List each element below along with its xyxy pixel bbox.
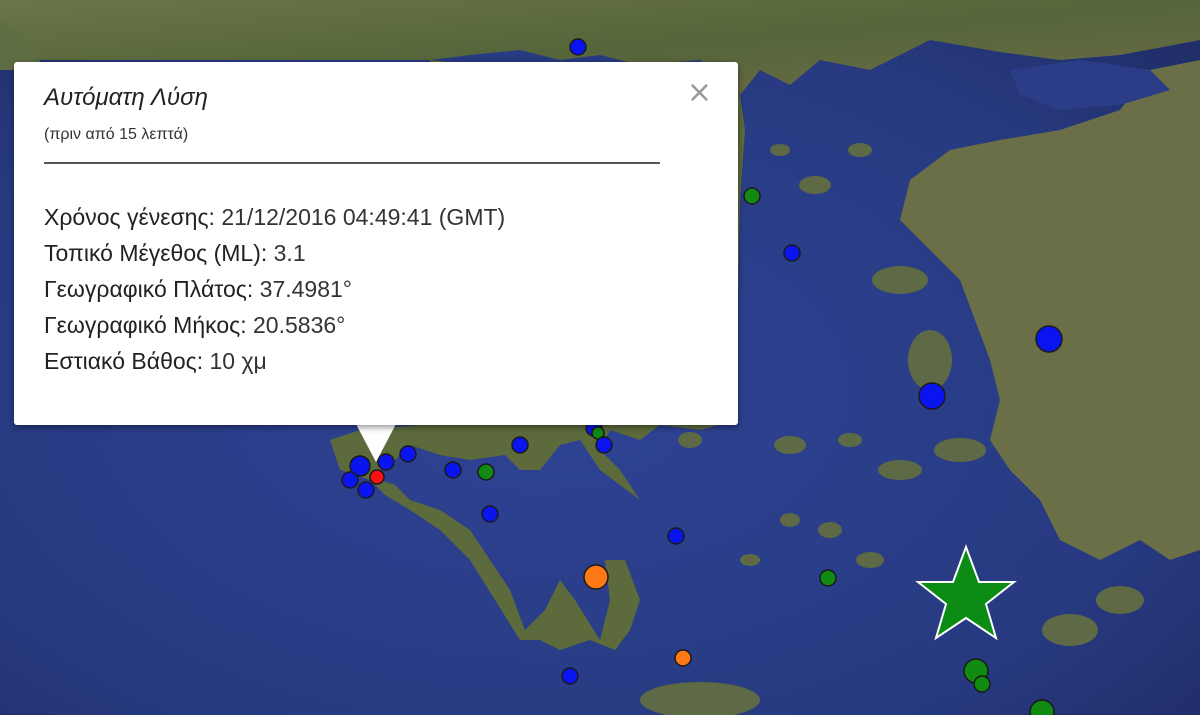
origin-time-value: 21/12/2016 04:49:41 (GMT) <box>221 204 506 230</box>
depth-value: 10 χμ <box>209 348 267 374</box>
divider <box>44 162 660 164</box>
latitude-value: 37.4981° <box>259 276 353 302</box>
marker-blue[interactable] <box>357 481 375 499</box>
origin-time-row: Χρόνος γένεσης: 21/12/2016 04:49:41 (GMT… <box>44 199 505 235</box>
longitude-row: Γεωγραφικό Μήκος: 20.5836° <box>44 307 505 343</box>
longitude-value: 20.5836° <box>253 312 346 338</box>
marker-blue[interactable] <box>561 667 579 685</box>
marker-green[interactable] <box>477 463 495 481</box>
marker-green[interactable] <box>819 569 837 587</box>
marker-blue[interactable] <box>595 436 613 454</box>
marker-blue[interactable] <box>481 505 499 523</box>
latitude-row: Γεωγραφικό Πλάτος: 37.4981° <box>44 271 505 307</box>
marker-blue[interactable] <box>1035 325 1063 353</box>
marker-green[interactable] <box>973 675 991 693</box>
depth-row: Εστιακό Βάθος: 10 χμ <box>44 343 505 379</box>
marker-blue[interactable] <box>667 527 685 545</box>
info-window: × Αυτόματη Λύση (πριν από 15 λεπτά) Χρόν… <box>14 62 738 425</box>
longitude-label: Γεωγραφικό Μήκος: <box>44 312 254 338</box>
marker-blue[interactable] <box>341 471 359 489</box>
magnitude-value: 3.1 <box>273 240 306 266</box>
close-button[interactable]: × <box>687 78 712 108</box>
marker-blue[interactable] <box>511 436 529 454</box>
marker-orange[interactable] <box>583 564 609 590</box>
origin-time-label: Χρόνος γένεσης: <box>44 204 222 230</box>
magnitude-label: Τοπικό Μέγεθος (ML): <box>44 240 274 266</box>
info-subtitle: (πριν από 15 λεπτά) <box>44 126 189 143</box>
marker-blue[interactable] <box>399 445 417 463</box>
depth-label: Εστιακό Βάθος: <box>44 348 210 374</box>
latitude-label: Γεωγραφικό Πλάτος: <box>44 276 260 302</box>
marker-blue[interactable] <box>569 38 587 56</box>
magnitude-row: Τοπικό Μέγεθος (ML): 3.1 <box>44 235 505 271</box>
marker-blue[interactable] <box>783 244 801 262</box>
marker-orange[interactable] <box>674 649 692 667</box>
info-details: Χρόνος γένεσης: 21/12/2016 04:49:41 (GMT… <box>44 199 505 379</box>
marker-red-selected[interactable] <box>369 469 385 485</box>
marker-green[interactable] <box>743 187 761 205</box>
marker-blue[interactable] <box>918 382 946 410</box>
marker-blue[interactable] <box>444 461 462 479</box>
info-title: Αυτόματη Λύση <box>44 84 208 111</box>
info-window-pointer <box>356 424 396 462</box>
